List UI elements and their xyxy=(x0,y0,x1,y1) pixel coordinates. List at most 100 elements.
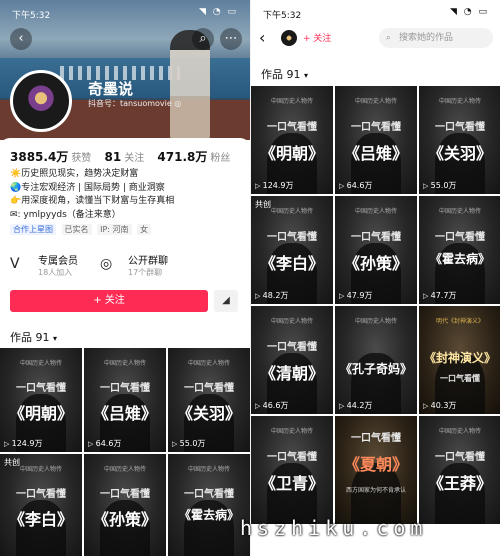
video-thumbnail[interactable]: 中国历史人物传一口气看懂 《清朝》 46.6万 xyxy=(251,306,333,414)
video-title: 《孙策》 xyxy=(343,254,408,273)
video-title: 《封神演义》 xyxy=(423,351,496,366)
status-time: 下午5:32 xyxy=(12,11,51,21)
video-thumbnail[interactable]: 共创 中国历史人物传 一口气看懂 《李白》 xyxy=(0,454,82,556)
works-grid: 中国历史人物传一口气看懂 《明朝》 124.9万 中国历史人物传一口气看懂 《吕… xyxy=(251,86,500,524)
follow-button[interactable]: + 关注 xyxy=(303,31,331,44)
view-count: 44.2万 xyxy=(339,400,373,411)
profile-douyin-id: 抖音号：tansuomovie ◎ xyxy=(88,99,182,108)
group-chat-title: 公开群聊 xyxy=(128,256,168,267)
works-label: 作品 91 xyxy=(10,331,50,344)
view-count: 64.6万 xyxy=(339,180,373,191)
member-sub: 18人加入 xyxy=(38,268,73,277)
search-icon: ⌕ xyxy=(386,33,392,43)
bio-line: 👉用深度视角，读懂当下财富与生存真相 xyxy=(10,196,175,206)
works-screen: 下午5:32 ◥ ◔ ▭ ‹ + 关注 ⌕ 搜索她的作品 作品 91 ▾ 中国历… xyxy=(250,0,500,556)
profile-screen: 下午5:32 ◥ ◔ ▭ ‹ ⌕ ⋯ 奇墨说 抖音号：tansuomovie ◎… xyxy=(0,0,250,556)
video-title: 《吕雉》 xyxy=(343,144,408,163)
video-thumbnail[interactable]: 中国历史人物传一口气看懂 《霍去病》 47.7万 xyxy=(419,196,500,304)
view-count: 46.6万 xyxy=(255,400,289,411)
profile-stats: 3885.4万 获赞 81 关注 471.8万 粉丝 xyxy=(10,148,240,165)
status-icons: ◥ ◔ ▭ xyxy=(450,7,489,17)
member-title: 专属会员 xyxy=(38,256,78,267)
bio-line: ✉: ymlpyyds（备注来意） xyxy=(10,209,121,220)
stat-likes[interactable]: 3885.4万 获赞 xyxy=(10,150,91,164)
video-title: 《李白》 xyxy=(8,510,73,529)
video-title: 《李白》 xyxy=(259,254,324,273)
video-title: 《夏朝》 xyxy=(343,454,408,474)
video-thumbnail[interactable]: 中国历史人物传一口气看懂 《吕雉》 64.6万 xyxy=(84,348,166,452)
view-count: 40.3万 xyxy=(423,400,457,411)
watermark: hszhiku.com xyxy=(240,516,428,540)
view-count: 124.9万 xyxy=(4,438,43,449)
back-icon[interactable]: ‹ xyxy=(10,28,32,50)
search-placeholder: 搜索她的作品 xyxy=(399,33,454,43)
search-input[interactable]: ⌕ 搜索她的作品 xyxy=(379,28,493,48)
video-thumbnail[interactable]: 中国历史人物传一口气看懂 《明朝》 124.9万 xyxy=(0,348,82,452)
view-count: 48.2万 xyxy=(255,290,289,301)
chevron-down-icon: ▾ xyxy=(53,334,58,343)
status-bar: 下午5:32 ◥ ◔ ▭ xyxy=(0,6,250,22)
group-chat-feature[interactable]: ◎ 公开群聊 17个群聊 xyxy=(100,250,200,284)
profile-bio: ☀️历史照见现实，趋势决定财富 🌏专注宏观经济 | 国际局势 | 商业洞察 👉用… xyxy=(10,168,174,222)
video-title: 《关羽》 xyxy=(176,404,241,423)
status-time: 下午5:32 xyxy=(263,11,302,21)
video-thumbnail[interactable]: 中国历史人物传一口气看懂 《关羽》 55.0万 xyxy=(168,348,250,452)
video-title: 《孔子奇妈》 xyxy=(339,362,412,376)
video-thumbnail[interactable]: 中国历史人物传一口气看懂 《明朝》 124.9万 xyxy=(251,86,333,194)
follow-button[interactable]: + 关注 xyxy=(10,290,208,312)
works-tab[interactable]: 作品 91 ▾ xyxy=(261,66,308,82)
works-label: 作品 91 xyxy=(261,68,301,81)
video-title: 《吕雉》 xyxy=(92,404,157,423)
back-icon[interactable]: ‹ xyxy=(259,28,265,47)
profile-nickname: 奇墨说 xyxy=(88,80,134,98)
works-grid: 中国历史人物传一口气看懂 《明朝》 124.9万 中国历史人物传一口气看懂 《吕… xyxy=(0,348,250,556)
video-thumbnail[interactable]: 一口气看懂 《夏朝》 西方国家为何不肯承认 xyxy=(335,416,417,524)
video-title: 《霍去病》 xyxy=(429,252,490,266)
view-count: 55.0万 xyxy=(423,180,457,191)
share-icon[interactable]: ◢ xyxy=(214,290,238,312)
video-thumbnail[interactable]: 中国历史人物传 一口气看懂 《王莽》 xyxy=(419,416,500,524)
tag-verified: 已实名 xyxy=(61,224,92,235)
member-icon: V xyxy=(10,256,20,272)
video-title: 《王莽》 xyxy=(427,474,492,493)
search-icon[interactable]: ⌕ xyxy=(192,28,214,50)
view-count: 64.6万 xyxy=(88,438,122,449)
video-thumbnail[interactable]: 中国历史人物传 一口气看懂 《卫青》 xyxy=(251,416,333,524)
view-count: 124.9万 xyxy=(255,180,294,191)
video-thumbnail[interactable]: 中国历史人物传一口气看懂 《孙策》 47.9万 xyxy=(335,196,417,304)
chevron-down-icon: ▾ xyxy=(304,71,309,80)
video-thumbnail[interactable]: 明代《封神演义》一口气看懂 《封神演义》 40.3万 xyxy=(419,306,500,414)
tag-xingtu[interactable]: 合作上星图 xyxy=(10,224,56,235)
video-title: 《霍去病》 xyxy=(178,508,239,522)
video-thumbnail[interactable]: 共创 中国历史人物传一口气看懂 《李白》 48.2万 xyxy=(251,196,333,304)
video-title: 《明朝》 xyxy=(259,144,324,163)
video-thumbnail[interactable]: 中国历史人物传一口气看懂 《关羽》 55.0万 xyxy=(419,86,500,194)
stat-followers[interactable]: 471.8万 粉丝 xyxy=(157,150,230,164)
video-title: 《卫青》 xyxy=(259,474,324,493)
tag-gender: 女 xyxy=(137,224,152,235)
profile-tags: 合作上星图 已实名 IP: 河南 女 xyxy=(10,224,154,235)
avatar[interactable] xyxy=(281,30,297,46)
status-icons: ◥ ◔ ▭ xyxy=(199,7,238,17)
group-chat-sub: 17个群聊 xyxy=(128,268,163,277)
video-title: 《孙策》 xyxy=(92,510,157,529)
video-title: 《关羽》 xyxy=(427,144,492,163)
status-bar: 下午5:32 ◥ ◔ ▭ xyxy=(251,6,500,22)
more-icon[interactable]: ⋯ xyxy=(220,28,242,50)
bio-line: ☀️历史照见现实，趋势决定财富 xyxy=(10,169,139,179)
avatar[interactable] xyxy=(10,70,72,132)
video-thumbnail[interactable]: 中国历史人物传 一口气看懂 《孙策》 xyxy=(84,454,166,556)
tag-ip: IP: 河南 xyxy=(97,224,132,235)
profile-card: 3885.4万 获赞 81 关注 471.8万 粉丝 ☀️历史照见现实，趋势决定财富 … xyxy=(0,138,250,556)
bio-line: 🌏专注宏观经济 | 国际局势 | 商业洞察 xyxy=(10,182,165,193)
video-title: 《清朝》 xyxy=(259,364,324,383)
member-feature[interactable]: V 专属会员 18人加入 xyxy=(10,250,110,284)
works-tab[interactable]: 作品 91 ▾ xyxy=(10,329,57,345)
view-count: 47.9万 xyxy=(339,290,373,301)
stat-following[interactable]: 81 关注 xyxy=(105,150,145,164)
video-thumbnail[interactable]: 中国历史人物传一口气看懂 《吕雉》 64.6万 xyxy=(335,86,417,194)
video-thumbnail[interactable]: 中国历史人物传 《孔子奇妈》 44.2万 xyxy=(335,306,417,414)
video-title: 《明朝》 xyxy=(8,404,73,423)
view-count: 47.7万 xyxy=(423,290,457,301)
video-thumbnail[interactable]: 中国历史人物传 一口气看懂 《霍去病》 xyxy=(168,454,250,556)
